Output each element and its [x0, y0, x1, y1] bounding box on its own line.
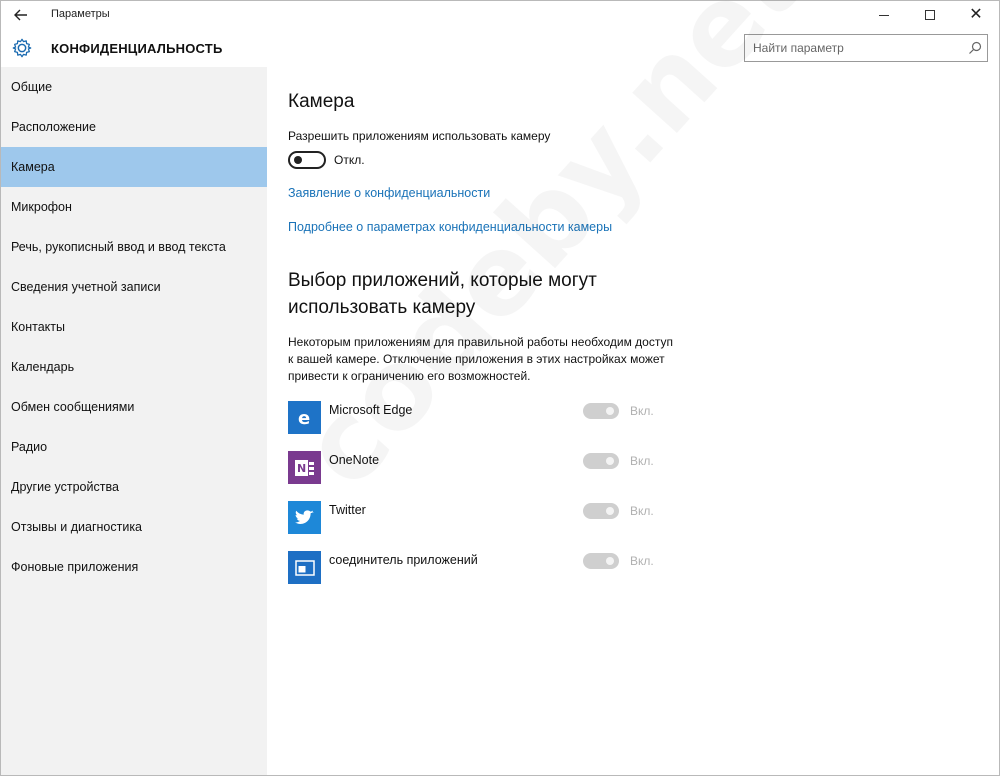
list-item: соединитель приложений Вкл. — [288, 551, 688, 585]
privacy-statement-link[interactable]: Заявление о конфиденциальности — [288, 186, 490, 200]
list-item: Twitter Вкл. — [288, 501, 688, 535]
sidebar-item-background-apps[interactable]: Фоновые приложения — [1, 547, 267, 587]
svg-text:e: e — [298, 408, 310, 428]
app-toggle-state: Вкл. — [630, 504, 654, 518]
list-item: N OneNote Вкл. — [288, 451, 688, 485]
twitter-icon — [288, 501, 321, 534]
sidebar-item-calendar[interactable]: Календарь — [1, 347, 267, 387]
close-icon: ✕ — [969, 6, 983, 23]
list-item: e Microsoft Edge Вкл. — [288, 401, 688, 435]
app-toggle-state: Вкл. — [630, 404, 654, 418]
toggle-knob — [606, 457, 614, 465]
apps-section-description: Некоторым приложениям для правильной раб… — [288, 335, 673, 383]
sidebar: Общие Расположение Камера Микрофон Речь,… — [1, 67, 267, 775]
search-input[interactable] — [745, 35, 955, 61]
sidebar-item-account-info[interactable]: Сведения учетной записи — [1, 267, 267, 307]
allow-camera-state: Откл. — [334, 153, 365, 167]
toggle-knob — [606, 557, 614, 565]
allow-camera-label: Разрешить приложениям использовать камер… — [288, 129, 551, 143]
search-box[interactable] — [744, 34, 988, 62]
app-camera-toggle[interactable] — [583, 503, 619, 519]
sidebar-item-camera[interactable]: Камера — [1, 147, 267, 187]
toggle-knob — [606, 507, 614, 515]
app-camera-toggle[interactable] — [583, 403, 619, 419]
settings-window: Параметры ✕ КОНФИДЕНЦИАЛЬНОСТЬ Общие Рас… — [0, 0, 1000, 776]
sidebar-item-other-devices[interactable]: Другие устройства — [1, 467, 267, 507]
main-content: Камера Разрешить приложениям использоват… — [267, 67, 999, 775]
search-icon[interactable] — [967, 40, 983, 56]
sidebar-item-radio[interactable]: Радио — [1, 427, 267, 467]
edge-icon: e — [288, 401, 321, 434]
page-title: КОНФИДЕНЦИАЛЬНОСТЬ — [51, 41, 223, 56]
back-button[interactable] — [7, 3, 35, 27]
sidebar-item-general[interactable]: Общие — [1, 67, 267, 107]
app-name: соединитель приложений — [329, 553, 478, 567]
app-name: OneNote — [329, 453, 380, 467]
maximize-button[interactable] — [907, 1, 953, 29]
svg-text:N: N — [297, 462, 306, 475]
sidebar-item-messaging[interactable]: Обмен сообщениями — [1, 387, 267, 427]
app-camera-toggle[interactable] — [583, 453, 619, 469]
sidebar-item-feedback[interactable]: Отзывы и диагностика — [1, 507, 267, 547]
sidebar-item-microphone[interactable]: Микрофон — [1, 187, 267, 227]
minimize-icon — [879, 14, 889, 16]
sidebar-item-location[interactable]: Расположение — [1, 107, 267, 147]
allow-camera-toggle[interactable] — [288, 151, 326, 169]
arrow-left-icon — [14, 9, 27, 21]
sidebar-item-contacts[interactable]: Контакты — [1, 307, 267, 347]
camera-privacy-more-link[interactable]: Подробнее о параметрах конфиденциальност… — [288, 220, 612, 234]
toggle-knob — [606, 407, 614, 415]
onenote-icon: N — [288, 451, 321, 484]
app-camera-toggle[interactable] — [583, 553, 619, 569]
app-toggle-state: Вкл. — [630, 454, 654, 468]
apps-section-title: Выбор приложений, которые могут использо… — [288, 270, 597, 318]
close-button[interactable]: ✕ — [953, 1, 999, 29]
app-toggle-state: Вкл. — [630, 554, 654, 568]
title-bar: Параметры ✕ — [1, 1, 999, 29]
toggle-knob — [294, 156, 302, 164]
maximize-icon — [925, 10, 935, 20]
app-name: Microsoft Edge — [329, 403, 413, 417]
window-title: Параметры — [51, 8, 110, 20]
gear-icon — [12, 38, 32, 58]
sidebar-item-speech[interactable]: Речь, рукописный ввод и ввод текста — [1, 227, 267, 267]
minimize-button[interactable] — [861, 1, 907, 29]
page-header: КОНФИДЕНЦИАЛЬНОСТЬ — [1, 29, 999, 67]
app-connector-icon — [288, 551, 321, 584]
section-title: Камера — [288, 91, 355, 112]
app-name: Twitter — [329, 503, 366, 517]
